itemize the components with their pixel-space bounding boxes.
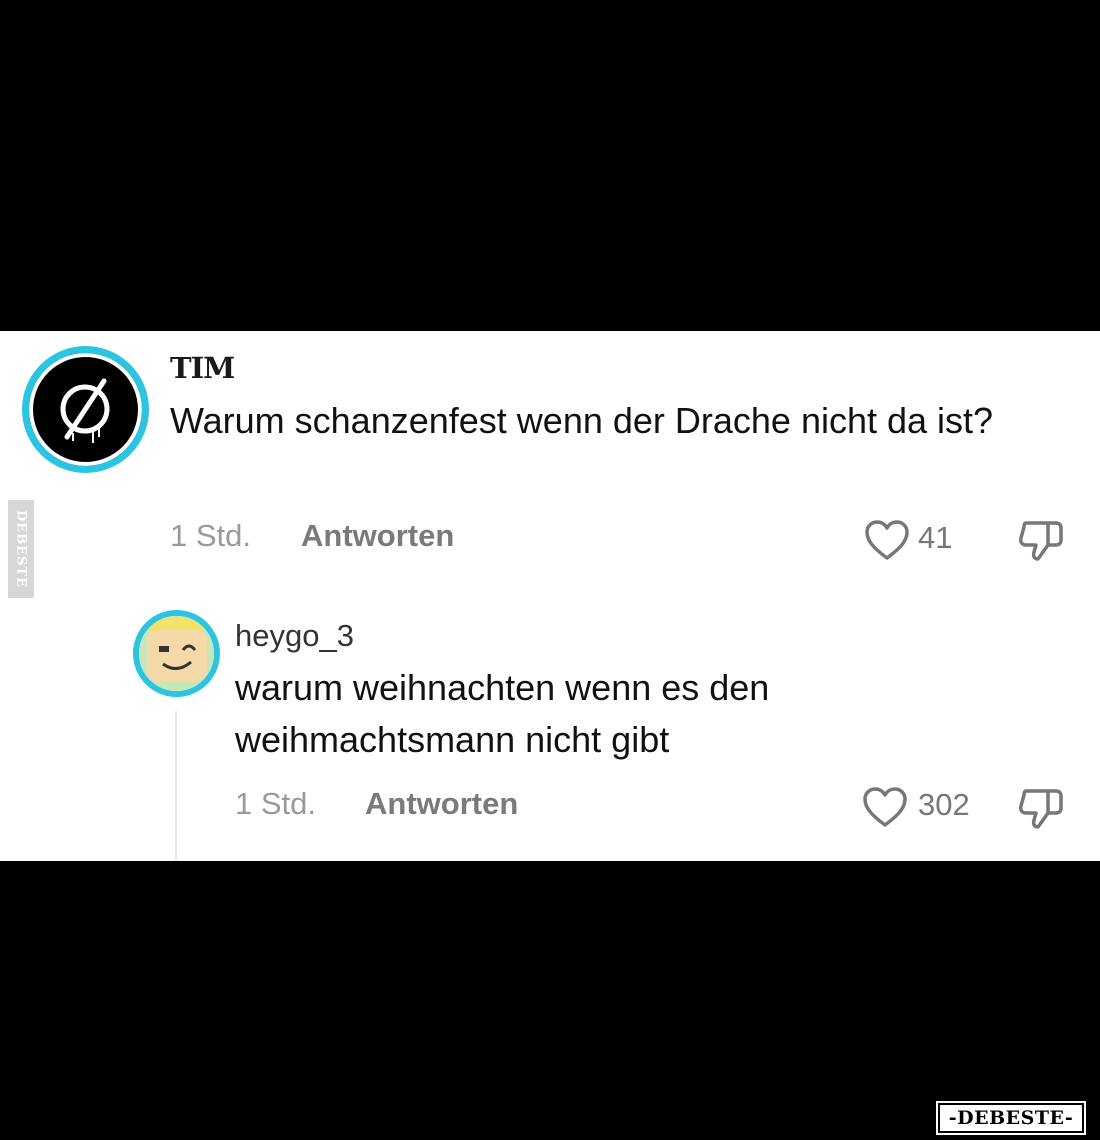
avatar-tim[interactable]: [22, 346, 149, 473]
bottom-watermark-text: -DEBESTE-: [948, 1107, 1074, 1129]
timestamp: 1 Std.: [170, 518, 251, 553]
bottom-watermark: -DEBESTE-: [936, 1101, 1086, 1135]
reply-button[interactable]: Antworten: [301, 518, 454, 554]
side-watermark-text: DEBESTE: [13, 509, 29, 589]
avatar-heygo[interactable]: [133, 610, 220, 697]
timestamp: 1 Std.: [235, 786, 316, 821]
empty-set-logo-icon: [60, 378, 110, 443]
dislike-thumb-icon[interactable]: [1018, 519, 1064, 565]
like-heart-icon[interactable]: [864, 520, 910, 562]
like-count: 41: [918, 520, 953, 555]
comment-text: warum weihnachten wenn es den weihmachts…: [235, 667, 770, 760]
comment-text: Warum schanzenfest wenn der Drache nicht…: [170, 400, 994, 441]
like-count: 302: [918, 787, 970, 822]
comments-panel: TIM Warum schanzenfest wenn der Drache n…: [0, 331, 1100, 861]
dislike-thumb-icon[interactable]: [1018, 787, 1064, 833]
like-heart-icon[interactable]: [862, 787, 908, 829]
reply-button[interactable]: Antworten: [365, 786, 518, 822]
side-watermark: DEBESTE: [8, 500, 34, 598]
thread-line: [175, 711, 177, 861]
smiley-character-icon: [139, 616, 214, 691]
username[interactable]: TIM: [170, 351, 235, 385]
username[interactable]: heygo_3: [235, 618, 354, 654]
